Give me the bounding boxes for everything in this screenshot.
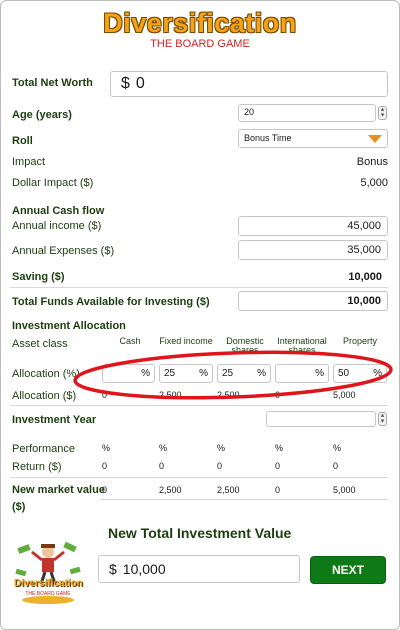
logo-title: Diversification	[14, 578, 83, 589]
new-market-unit: ($)	[12, 501, 26, 513]
return-international-shares: 0	[275, 461, 281, 471]
roll-value: Bonus Time	[244, 133, 292, 143]
saving-value: 10,000	[348, 271, 382, 283]
expenses-input[interactable]: 35,000	[238, 240, 388, 260]
col-header-property: Property	[342, 336, 377, 346]
return-label: Return ($)	[12, 461, 62, 473]
divider	[10, 405, 388, 406]
highlight-circle	[73, 350, 393, 400]
allocation-dollar-label: Allocation ($)	[12, 390, 77, 402]
total-heading: New Total Investment Value	[108, 525, 292, 541]
age-input[interactable]: 20	[238, 104, 376, 122]
impact-value: Bonus	[356, 156, 388, 168]
roll-select[interactable]: Bonus Time	[238, 129, 388, 148]
investment-year-label: Investment Year	[12, 414, 97, 426]
app-subtitle: THE BOARD GAME	[150, 38, 250, 50]
age-stepper[interactable]: ▴ ▾	[378, 106, 387, 120]
funds-label: Total Funds Available for Investing ($)	[12, 296, 210, 308]
impact-label: Impact	[12, 156, 46, 168]
chevron-down-icon	[368, 135, 382, 143]
income-label: Annual income ($)	[12, 220, 102, 232]
next-button[interactable]: NEXT	[310, 556, 386, 584]
new-market-property: 5,000	[333, 485, 356, 495]
return-property: 0	[333, 461, 339, 471]
age-value: 20	[244, 107, 255, 117]
performance-cash: %	[102, 443, 111, 453]
divider	[10, 287, 388, 288]
saving-label: Saving ($)	[12, 271, 65, 283]
divider	[100, 499, 388, 500]
net-worth-currency: $	[121, 75, 130, 92]
age-label: Age (years)	[12, 109, 72, 121]
asset-class-label: Asset class	[12, 338, 68, 350]
income-value: 45,000	[347, 220, 381, 232]
new-market-international-shares: 0	[275, 485, 281, 495]
investment-year-input[interactable]	[266, 411, 376, 427]
allocation-heading: Investment Allocation	[12, 320, 126, 332]
performance-label: Performance	[12, 443, 75, 455]
divider	[10, 477, 388, 478]
new-market-cash: 0	[102, 485, 108, 495]
game-logo: Diversification THE BOARD GAME	[14, 540, 83, 604]
total-currency: $	[109, 561, 117, 577]
dollar-impact-value: 5,000	[360, 177, 388, 189]
logo-subtitle: THE BOARD GAME	[25, 591, 71, 597]
app-title: Diversification	[103, 8, 297, 38]
net-worth-label: Total Net Worth	[12, 77, 93, 89]
net-worth-field[interactable]: $ 0	[110, 71, 388, 97]
performance-fixed-income: %	[159, 443, 168, 453]
new-market-label: New market value	[12, 484, 105, 496]
performance-international-shares: %	[275, 443, 284, 453]
expenses-label: Annual Expenses ($)	[12, 245, 115, 257]
funds-field: 10,000	[238, 291, 388, 311]
col-header-cash: Cash	[119, 336, 141, 346]
cashflow-heading: Annual Cash flow	[12, 205, 105, 217]
return-domestic-shares: 0	[217, 461, 223, 471]
performance-property: %	[333, 443, 342, 453]
return-fixed-income: 0	[159, 461, 165, 471]
investment-year-stepper[interactable]: ▴ ▾	[378, 412, 387, 426]
income-input[interactable]: 45,000	[238, 216, 388, 236]
dollar-impact-label: Dollar Impact ($)	[12, 177, 94, 189]
expenses-value: 35,000	[347, 244, 381, 256]
total-value-field: $ 10,000	[98, 555, 300, 583]
return-cash: 0	[102, 461, 108, 471]
net-worth-value: 0	[135, 75, 145, 92]
roll-label: Roll	[12, 135, 33, 147]
new-market-domestic-shares: 2,500	[217, 485, 240, 495]
total-value: 10,000	[122, 561, 166, 577]
new-market-fixed-income: 2,500	[159, 485, 182, 495]
performance-domestic-shares: %	[217, 443, 226, 453]
funds-value: 10,000	[347, 295, 381, 307]
col-header-fixed-income: Fixed income	[159, 336, 213, 346]
